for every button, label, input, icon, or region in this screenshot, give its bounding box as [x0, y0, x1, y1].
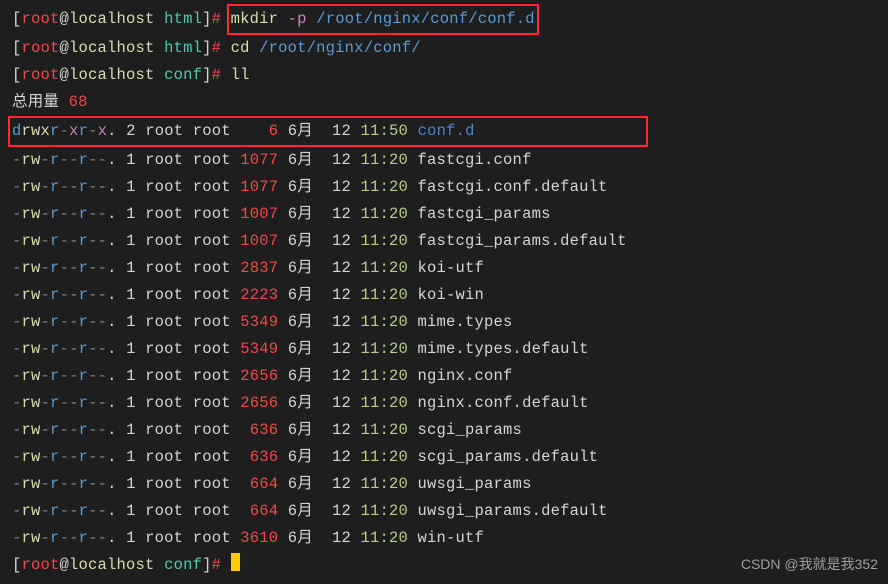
prompt-line[interactable]: [root@localhost conf]# ll — [12, 62, 876, 89]
ls-row: drwxr-xr-x. 2 root root 6 6月 12 11:50 co… — [12, 116, 876, 147]
ls-row: -rw-r--r--. 1 root root 2837 6月 12 11:20… — [12, 255, 876, 282]
ls-row: -rw-r--r--. 1 root root 2656 6月 12 11:20… — [12, 363, 876, 390]
ls-row: -rw-r--r--. 1 root root 636 6月 12 11:20 … — [12, 417, 876, 444]
watermark: CSDN @我就是我352 — [741, 551, 878, 578]
ls-row: -rw-r--r--. 1 root root 664 6月 12 11:20 … — [12, 471, 876, 498]
cursor-icon — [231, 553, 240, 571]
ls-row: -rw-r--r--. 1 root root 1007 6月 12 11:20… — [12, 228, 876, 255]
ls-row: -rw-r--r--. 1 root root 664 6月 12 11:20 … — [12, 498, 876, 525]
ls-row: -rw-r--r--. 1 root root 5349 6月 12 11:20… — [12, 336, 876, 363]
ls-row: -rw-r--r--. 1 root root 5349 6月 12 11:20… — [12, 309, 876, 336]
ls-total: 总用量 68 — [12, 89, 876, 116]
ls-row: -rw-r--r--. 1 root root 1007 6月 12 11:20… — [12, 201, 876, 228]
ls-row: -rw-r--r--. 1 root root 2656 6月 12 11:20… — [12, 390, 876, 417]
ls-row: -rw-r--r--. 1 root root 1077 6月 12 11:20… — [12, 147, 876, 174]
ls-row: -rw-r--r--. 1 root root 3610 6月 12 11:20… — [12, 525, 876, 552]
ls-row: -rw-r--r--. 1 root root 2223 6月 12 11:20… — [12, 282, 876, 309]
prompt-line[interactable]: [root@localhost html]# mkdir -p /root/ng… — [12, 4, 876, 35]
ls-row: -rw-r--r--. 1 root root 636 6月 12 11:20 … — [12, 444, 876, 471]
prompt-line[interactable]: [root@localhost html]# cd /root/nginx/co… — [12, 35, 876, 62]
ls-row: -rw-r--r--. 1 root root 1077 6月 12 11:20… — [12, 174, 876, 201]
terminal-output[interactable]: [root@localhost html]# mkdir -p /root/ng… — [12, 4, 876, 579]
